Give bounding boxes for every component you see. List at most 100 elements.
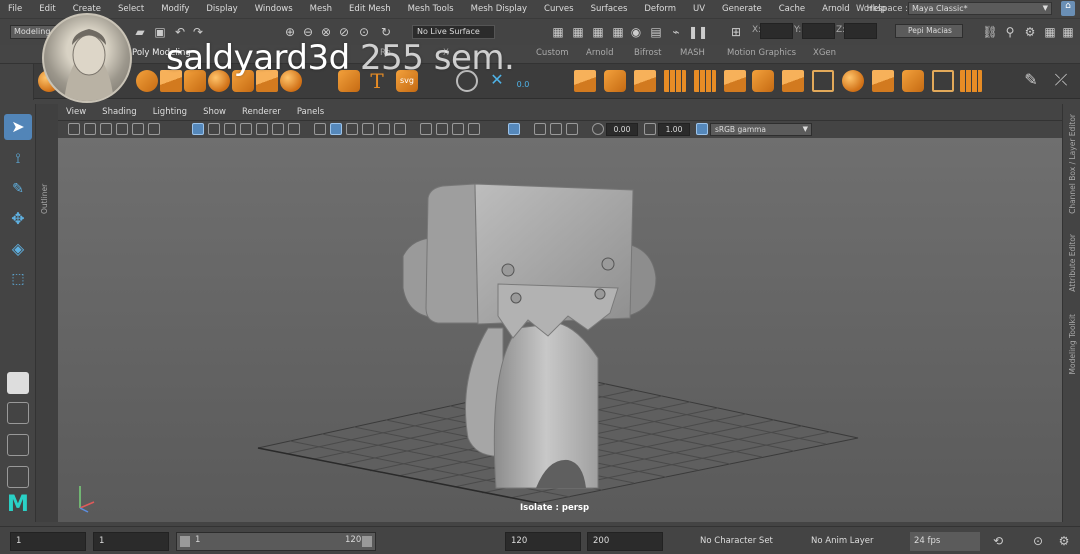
toggle-panel-icon[interactable]: ▦	[1060, 24, 1076, 40]
shelf-options[interactable]	[0, 64, 34, 100]
shadows-icon[interactable]	[394, 123, 406, 135]
panel-menu-renderer[interactable]: Renderer	[234, 107, 289, 117]
panel-menu-view[interactable]: View	[58, 107, 94, 117]
start-time-field[interactable]: 1	[10, 532, 86, 551]
safe-title-icon[interactable]	[288, 123, 300, 135]
quad-draw-icon[interactable]	[932, 70, 954, 92]
motion-blur-icon[interactable]	[436, 123, 448, 135]
menu-create[interactable]: Create	[65, 4, 110, 14]
exposure-field[interactable]: 0.00	[606, 123, 638, 136]
paint-select-icon[interactable]: ✎	[4, 176, 32, 202]
tab-modeling-toolkit[interactable]: Modeling Toolkit	[1068, 314, 1077, 374]
bookmark-icon[interactable]	[100, 123, 112, 135]
menu-file[interactable]: File	[0, 4, 31, 14]
camera-attr-icon[interactable]	[84, 123, 96, 135]
xray-icon[interactable]	[534, 123, 546, 135]
grid-toggle-icon[interactable]	[192, 123, 204, 135]
open-scene-icon[interactable]: ▰	[132, 24, 148, 40]
color-management-icon[interactable]	[696, 123, 708, 135]
smooth-shade-icon[interactable]	[330, 123, 342, 135]
panel-menu-shading[interactable]: Shading	[94, 107, 145, 117]
smooth-icon[interactable]	[634, 70, 656, 92]
shelf-tab-arnold[interactable]: Arnold	[586, 48, 614, 58]
separate-icon[interactable]	[604, 70, 626, 92]
shelf-tab-bifrost[interactable]: Bifrost	[634, 48, 661, 58]
arnold-render-icon[interactable]: ⌁	[668, 24, 684, 40]
wireframe-icon[interactable]	[314, 123, 326, 135]
panel-menu-lighting[interactable]: Lighting	[145, 107, 195, 117]
panel-menu-show[interactable]: Show	[195, 107, 234, 117]
textured-icon[interactable]	[362, 123, 374, 135]
bridge-icon[interactable]	[752, 70, 774, 92]
auto-key-icon[interactable]: ⊙	[1030, 533, 1046, 549]
lock-icon[interactable]: ⌂	[1061, 1, 1075, 16]
menu-mesh-tools[interactable]: Mesh Tools	[400, 4, 463, 14]
toggle-channel-icon[interactable]: ▦	[1042, 24, 1058, 40]
image-plane-icon[interactable]	[116, 123, 128, 135]
combine-icon[interactable]	[574, 70, 596, 92]
preferences-icon[interactable]: ⚙	[1056, 533, 1072, 549]
render-settings-icon[interactable]: ▦	[610, 24, 626, 40]
uv-editor-icon[interactable]	[960, 70, 982, 92]
depth-of-field-icon[interactable]	[468, 123, 480, 135]
menu-windows[interactable]: Windows	[247, 4, 302, 14]
field-chart-icon[interactable]	[256, 123, 268, 135]
select-tool-icon[interactable]: ➤	[4, 114, 32, 140]
safe-action-icon[interactable]	[272, 123, 284, 135]
range-slider[interactable]: 1 120	[176, 532, 376, 551]
tab-channel-box[interactable]: Channel Box / Layer Editor	[1068, 114, 1077, 214]
render-sequence-icon[interactable]: ▦	[570, 24, 586, 40]
menu-cache[interactable]: Cache	[771, 4, 814, 14]
exposure-icon[interactable]	[592, 123, 604, 135]
relax-icon[interactable]: ⤫	[1050, 70, 1072, 92]
y-field[interactable]	[802, 23, 835, 39]
toggle-toolsettings-icon[interactable]: ⚙	[1022, 24, 1038, 40]
loop-icon[interactable]: ⟲	[990, 533, 1006, 549]
ipr-render-icon[interactable]: ▦	[590, 24, 606, 40]
transform-icon[interactable]: ⊞	[728, 24, 744, 40]
freeze-transform-icon[interactable]: 0.0	[512, 70, 534, 92]
shelf-tab-motion-graphics[interactable]: Motion Graphics	[727, 48, 796, 58]
bevel-icon[interactable]	[782, 70, 804, 92]
outliner-layout-icon[interactable]	[7, 466, 29, 488]
user-account-select[interactable]: Pepi Macias	[895, 24, 963, 38]
x-field[interactable]	[760, 23, 793, 39]
grease-pencil-icon[interactable]	[148, 123, 160, 135]
shelf-tab-custom[interactable]: Custom	[536, 48, 569, 58]
menu-generate[interactable]: Generate	[714, 4, 771, 14]
shelf-tab-xgen[interactable]: XGen	[813, 48, 836, 58]
use-all-lights-icon[interactable]	[378, 123, 390, 135]
fps-select[interactable]: 24 fps	[910, 532, 980, 551]
range-handle-right[interactable]	[362, 536, 372, 547]
lasso-tool-icon[interactable]: ⟟	[4, 146, 32, 172]
toggle-attribute-icon[interactable]: ⚲	[1002, 24, 1018, 40]
hypershade-icon[interactable]: ◉	[628, 24, 644, 40]
menu-display[interactable]: Display	[198, 4, 246, 14]
menu-edit[interactable]: Edit	[31, 4, 64, 14]
anim-end-field[interactable]: 200	[587, 532, 663, 551]
xray-components-icon[interactable]	[566, 123, 578, 135]
isolate-select-icon[interactable]	[508, 123, 520, 135]
render-view-icon[interactable]: ▤	[648, 24, 664, 40]
extrude-icon[interactable]	[724, 70, 746, 92]
menu-edit-mesh[interactable]: Edit Mesh	[341, 4, 400, 14]
character-set-select[interactable]: No Character Set	[696, 532, 786, 551]
sculpt-icon[interactable]: ✎	[1020, 70, 1042, 92]
view-transform-select[interactable]: sRGB gamma ▼	[710, 123, 812, 136]
range-handle-left[interactable]	[180, 536, 190, 547]
2d-pan-icon[interactable]	[132, 123, 144, 135]
z-field[interactable]	[844, 23, 877, 39]
mirror-icon[interactable]	[694, 70, 716, 92]
outliner-tab[interactable]: Outliner	[36, 104, 58, 522]
scale-tool-icon[interactable]: ⬚	[4, 266, 32, 292]
panel-menu-panels[interactable]: Panels	[289, 107, 332, 117]
menu-curves[interactable]: Curves	[536, 4, 583, 14]
fill-hole-icon[interactable]	[842, 70, 864, 92]
menu-select[interactable]: Select	[110, 4, 153, 14]
gamma-icon[interactable]	[644, 123, 656, 135]
menu-deform[interactable]: Deform	[636, 4, 685, 14]
xray-joints-icon[interactable]	[550, 123, 562, 135]
menu-mesh-display[interactable]: Mesh Display	[463, 4, 536, 14]
current-start-field[interactable]: 1	[93, 532, 169, 551]
rotate-tool-icon[interactable]: ◈	[4, 236, 32, 262]
